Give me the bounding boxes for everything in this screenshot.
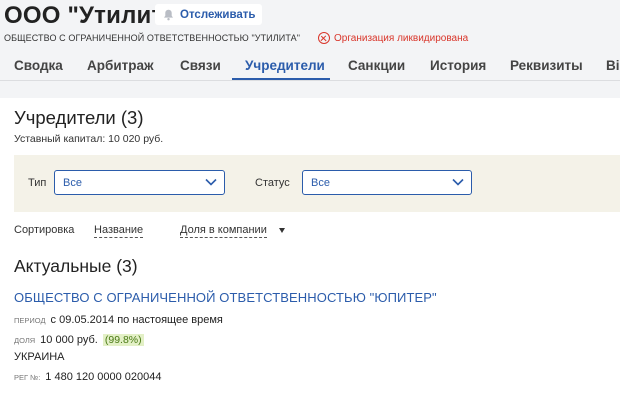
- share-amount: 10 000 руб.: [40, 334, 98, 346]
- authorized-capital: Уставный капитал: 10 020 руб.: [14, 133, 164, 145]
- type-filter-select[interactable]: Все: [54, 170, 225, 195]
- founders-panel: Учредители (3) Уставный капитал: 10 020 …: [0, 98, 620, 400]
- tab-history[interactable]: История: [430, 58, 486, 73]
- founder-country: УКРАИНА: [14, 351, 65, 363]
- founder-period: ПЕРИОД с 09.05.2014 по настоящее время: [14, 314, 223, 326]
- reg-number-value: 1 480 120 0000 020044: [45, 371, 162, 383]
- follow-button-label: Отслеживать: [180, 8, 256, 21]
- status-filter-value: Все: [311, 177, 330, 189]
- company-full-name: ОБЩЕСТВО С ОГРАНИЧЕННОЙ ОТВЕТСТВЕННОСТЬЮ…: [4, 33, 301, 43]
- section-title: Учредители (3): [14, 107, 144, 128]
- bell-icon: [164, 9, 173, 20]
- company-header: ООО "Утилита" Отслеживать ОБЩЕСТВО С ОГР…: [0, 0, 620, 98]
- type-filter-label: Тип: [28, 177, 47, 189]
- sort-by-name[interactable]: Название: [94, 224, 144, 238]
- tab-bar: Сводка Арбитраж Связи Учредители Санкции…: [0, 54, 620, 82]
- status-text: Организация ликвидирована: [334, 32, 469, 44]
- tab-requisites[interactable]: Реквизиты: [510, 58, 583, 73]
- status-filter-select[interactable]: Все: [302, 170, 472, 195]
- tabs-divider: [0, 80, 620, 81]
- tab-connections[interactable]: Связи: [180, 58, 221, 73]
- founder-name-link[interactable]: ОБЩЕСТВО С ОГРАНИЧЕННОЙ ОТВЕТСТВЕННОСТЬЮ…: [14, 290, 437, 305]
- tab-sanctions[interactable]: Санкции: [348, 58, 405, 73]
- share-label: ДОЛЯ: [14, 336, 36, 345]
- sort-direction-icon: [279, 228, 285, 233]
- reg-number-label: РЕГ №:: [14, 373, 41, 382]
- tab-arbitration[interactable]: Арбитраж: [87, 58, 154, 73]
- period-value: с 09.05.2014 по настоящее время: [50, 314, 223, 326]
- tab-founders[interactable]: Учредители: [245, 58, 325, 73]
- chevron-down-icon: [452, 178, 464, 186]
- chevron-down-icon: [205, 178, 217, 186]
- sort-by-share[interactable]: Доля в компании: [180, 224, 267, 238]
- current-founders-title: Актуальные (3): [14, 256, 138, 276]
- sort-label: Сортировка: [14, 224, 75, 236]
- period-label: ПЕРИОД: [14, 316, 46, 325]
- share-percent-badge: (99.8%): [102, 334, 144, 346]
- filter-bar: Тип Все Статус Все: [14, 155, 620, 212]
- tab-summary[interactable]: Сводка: [14, 58, 63, 73]
- founder-share: ДОЛЯ 10 000 руб. (99.8%): [14, 334, 144, 346]
- tab-more[interactable]: Ві: [606, 58, 620, 73]
- founder-registration: РЕГ №: 1 480 120 0000 020044: [14, 371, 162, 383]
- type-filter-value: Все: [63, 177, 82, 189]
- close-circle-icon: [318, 32, 330, 44]
- status-badge: Организация ликвидирована: [318, 32, 468, 44]
- follow-button[interactable]: Отслеживать: [155, 4, 262, 25]
- status-filter-label: Статус: [255, 177, 290, 189]
